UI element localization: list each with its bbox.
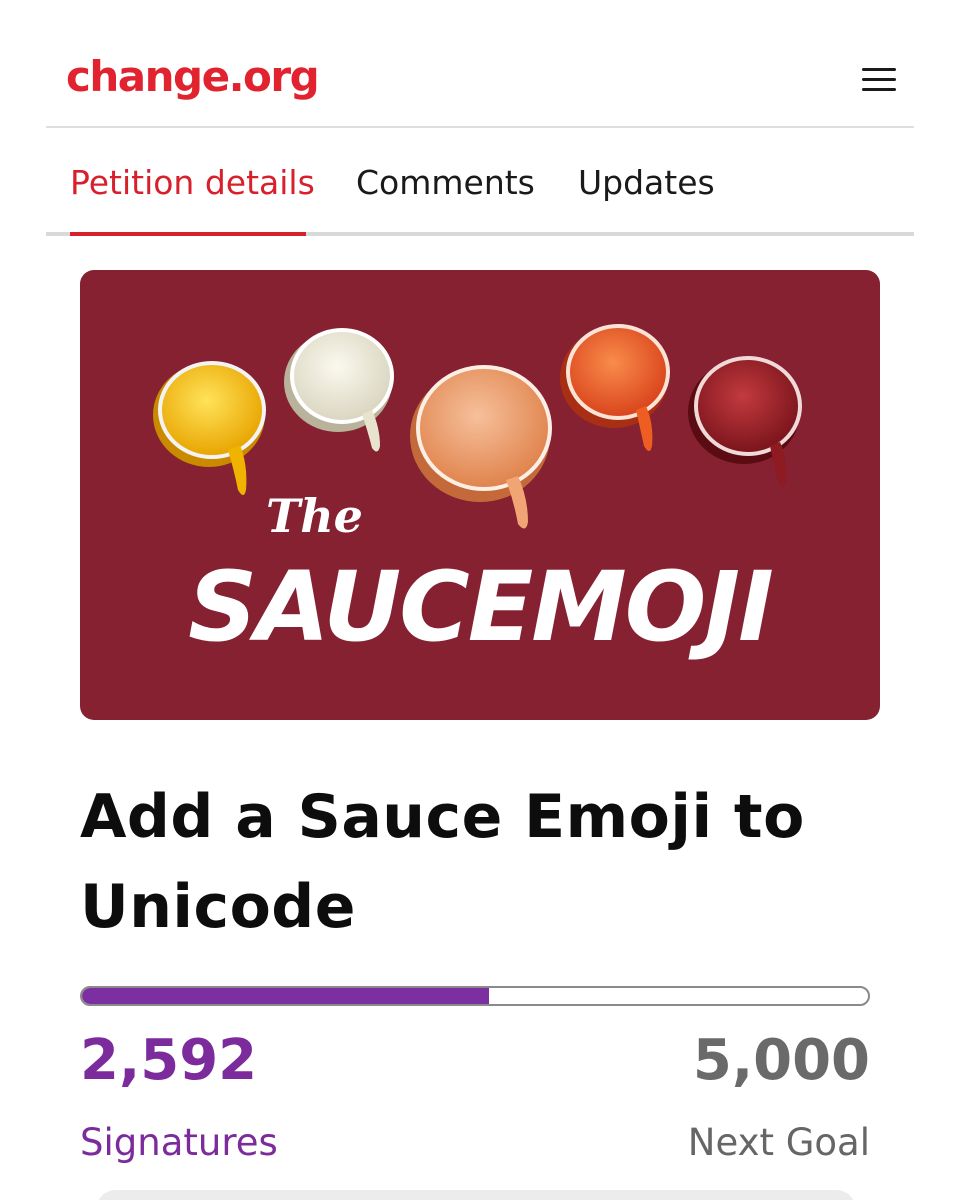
next-goal-label: Next Goal bbox=[687, 1121, 870, 1164]
tab-updates[interactable]: Updates bbox=[578, 160, 715, 206]
white-sauce-cup-icon bbox=[284, 328, 394, 452]
signature-count: 2,592 bbox=[80, 1028, 258, 1093]
signatures-label: Signatures bbox=[80, 1121, 278, 1164]
tab-petition-details[interactable]: Petition details bbox=[70, 160, 315, 206]
yellow-sauce-cup-icon bbox=[153, 361, 266, 495]
red-sauce-cup-icon bbox=[688, 356, 802, 487]
banner-title-small: The bbox=[266, 489, 363, 543]
goal-count: 5,000 bbox=[692, 1028, 870, 1093]
hamburger-menu-icon[interactable] bbox=[862, 66, 896, 92]
petition-banner-image: The SAUCEMOJI bbox=[80, 270, 880, 720]
petition-page: change.org Petition details Comments Upd… bbox=[0, 0, 960, 1200]
active-tab-indicator bbox=[70, 232, 306, 236]
peach-sauce-cup-icon bbox=[410, 365, 552, 529]
tab-comments[interactable]: Comments bbox=[356, 160, 535, 206]
site-header: change.org bbox=[46, 30, 914, 128]
signature-progress-bar bbox=[80, 986, 870, 1006]
banner-title-large: SAUCEMOJI bbox=[188, 551, 772, 663]
petition-title: Add a Sauce Emoji to Unicode bbox=[80, 782, 805, 942]
petition-tabs: Petition details Comments Updates bbox=[46, 130, 914, 236]
saucemoji-illustration: The SAUCEMOJI bbox=[153, 324, 802, 663]
change-org-logo[interactable]: change.org bbox=[66, 52, 320, 102]
signature-progress-fill bbox=[82, 988, 490, 1004]
orange-sauce-cup-icon bbox=[560, 324, 670, 451]
bottom-partial-element bbox=[96, 1190, 856, 1200]
